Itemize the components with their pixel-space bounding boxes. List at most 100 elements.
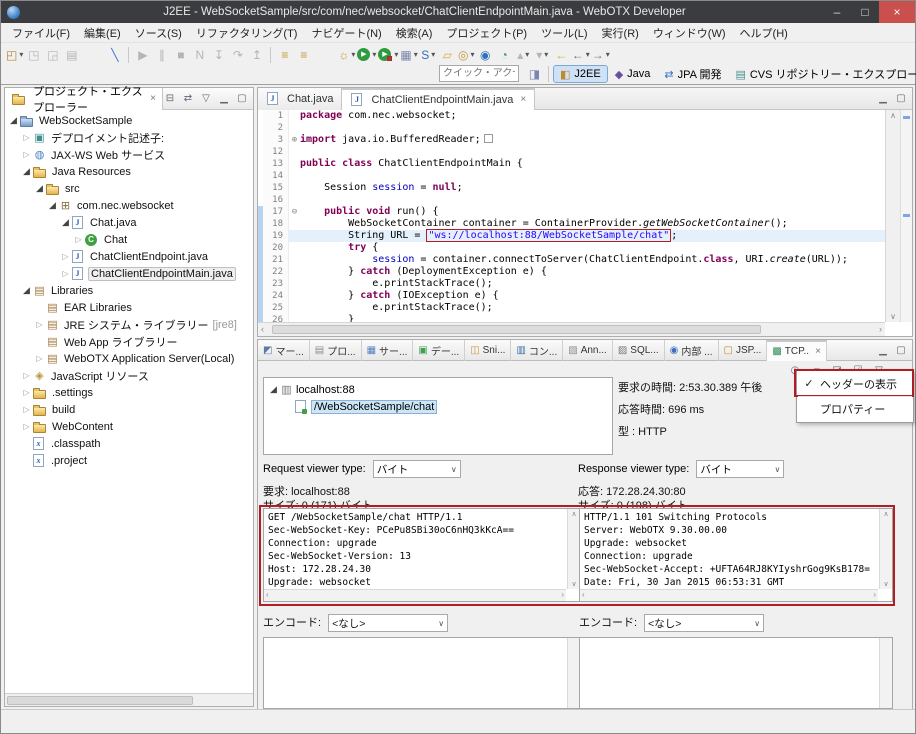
quick-access-input[interactable] bbox=[439, 65, 519, 82]
last-edit-location-button[interactable]: ≡ bbox=[276, 46, 293, 64]
expand-icon[interactable]: ▷ bbox=[34, 320, 45, 329]
tree-item[interactable]: ▷WebContent bbox=[5, 418, 251, 435]
profile-button[interactable]: ◔ bbox=[496, 46, 513, 64]
minimize-icon[interactable]: ▁ bbox=[876, 343, 890, 357]
maximize-icon[interactable]: ▢ bbox=[894, 343, 908, 357]
coverage-button[interactable]: ▶▾ bbox=[378, 46, 398, 64]
scroll-up-icon[interactable]: ∧ bbox=[886, 111, 900, 120]
back-history-button[interactable]: ← bbox=[553, 46, 570, 64]
dropdown-arrow-icon[interactable]: ▾ bbox=[544, 50, 548, 59]
next-edit-location-button[interactable]: ≡ bbox=[295, 46, 312, 64]
response-encode-select[interactable]: <なし>∨ bbox=[644, 614, 764, 632]
dropdown-arrow-icon[interactable]: ▾ bbox=[414, 50, 418, 59]
close-window-button[interactable]: × bbox=[879, 1, 915, 23]
tree-item[interactable]: ▷▤JRE システム・ライブラリー [jre8] bbox=[5, 316, 251, 333]
close-view-icon[interactable]: × bbox=[150, 93, 156, 104]
code-line[interactable]: 15 Session session = null; bbox=[258, 182, 885, 194]
code-line[interactable]: 22 } catch (DeploymentException e) { bbox=[258, 266, 885, 278]
perspective-jpa-開発[interactable]: ⇄JPA 開発 bbox=[657, 65, 728, 83]
menu-item[interactable]: ツール(L) bbox=[534, 23, 594, 43]
expand-icon[interactable]: ▷ bbox=[21, 388, 32, 397]
view-tab-properties[interactable]: ▤プロ... bbox=[310, 340, 362, 361]
request-viewer-type-select[interactable]: バイト∨ bbox=[373, 460, 461, 478]
tree-item[interactable]: ▤Web App ライブラリー bbox=[5, 333, 251, 350]
menu-item-show-headers[interactable]: ✓ヘッダーの表示 bbox=[798, 371, 912, 396]
hscrollbar[interactable]: ‹› bbox=[264, 589, 566, 601]
internal-browser-button[interactable]: ◉ bbox=[477, 46, 494, 64]
view-tab-markers[interactable]: ◩マー... bbox=[258, 340, 310, 361]
editor-vscrollbar[interactable]: ∧∨ bbox=[885, 110, 900, 322]
menu-item[interactable]: リファクタリング(T) bbox=[189, 23, 305, 43]
minimize-icon[interactable]: ▁ bbox=[876, 92, 890, 106]
collapse-icon[interactable]: ◢ bbox=[21, 285, 32, 296]
tree-item[interactable]: ▷.settings bbox=[5, 384, 251, 401]
vscrollbar[interactable] bbox=[879, 638, 892, 708]
hscrollbar[interactable]: ‹› bbox=[580, 589, 878, 601]
new-wizard-button[interactable]: ◰▾ bbox=[6, 46, 23, 64]
overview-ruler[interactable] bbox=[900, 110, 912, 322]
tree-item[interactable]: ▷▣デプロイメント記述子: bbox=[5, 129, 251, 146]
view-tab-console[interactable]: ▥コン... bbox=[511, 340, 563, 361]
code-line[interactable]: 12 bbox=[258, 146, 885, 158]
open-resource-button[interactable]: ▱ bbox=[439, 46, 456, 64]
tree-item[interactable]: ▤EAR Libraries bbox=[5, 299, 251, 316]
dropdown-arrow-icon[interactable]: ▾ bbox=[351, 50, 355, 59]
dropdown-arrow-icon[interactable]: ▾ bbox=[471, 50, 475, 59]
monitor-server-row[interactable]: ◢ ▥ localhost:88 bbox=[264, 381, 612, 398]
collapse-icon[interactable]: ◢ bbox=[21, 166, 32, 177]
code-line[interactable]: 21 session = container.connectToServer(C… bbox=[258, 254, 885, 266]
code-line[interactable]: 24 } catch (IOException e) { bbox=[258, 290, 885, 302]
response-headers-box[interactable]: HTTP/1.1 101 Switching Protocols Server:… bbox=[579, 508, 893, 602]
menu-item[interactable]: ソース(S) bbox=[128, 23, 189, 43]
link-with-editor-icon[interactable]: ⇄ bbox=[181, 92, 195, 106]
monitor-request-row[interactable]: /WebSocketSample/chat bbox=[264, 398, 612, 415]
forward-button[interactable]: →▾ bbox=[592, 46, 610, 64]
code-line[interactable]: 25 e.printStackTrace(); bbox=[258, 302, 885, 314]
view-tab-jsp[interactable]: ▢JSP... bbox=[719, 340, 768, 361]
expand-icon[interactable]: ▷ bbox=[21, 405, 32, 414]
tree-item[interactable]: ▷CChat bbox=[5, 231, 251, 248]
close-view-icon[interactable]: × bbox=[815, 346, 821, 357]
dropdown-arrow-icon[interactable]: ▾ bbox=[431, 50, 435, 59]
request-encode-select[interactable]: <なし>∨ bbox=[328, 614, 448, 632]
collapse-icon[interactable]: ◢ bbox=[8, 115, 19, 126]
code-line[interactable]: 1package com.nec.websocket; bbox=[258, 110, 885, 122]
tree-item[interactable]: ◢Java Resources bbox=[5, 163, 251, 180]
external-tools-button[interactable]: ☼▾ bbox=[338, 46, 355, 64]
maximize-icon[interactable]: ▢ bbox=[894, 92, 908, 106]
view-tab-snippets[interactable]: ◫Sni... bbox=[465, 340, 511, 361]
scroll-left-icon[interactable]: ‹ bbox=[261, 324, 264, 334]
editor-hscrollbar[interactable]: ‹› bbox=[258, 322, 885, 336]
maximize-window-button[interactable]: □ bbox=[851, 1, 879, 23]
collapse-icon[interactable]: ◢ bbox=[60, 217, 71, 228]
view-tab-servers[interactable]: ▦サー... bbox=[362, 340, 414, 361]
code-line[interactable]: 16 bbox=[258, 194, 885, 206]
response-viewer-type-select[interactable]: バイト∨ bbox=[696, 460, 784, 478]
menu-item[interactable]: ウィンドウ(W) bbox=[646, 23, 733, 43]
collapse-all-icon[interactable]: ⊟ bbox=[163, 92, 177, 106]
code-line[interactable]: 14 bbox=[258, 170, 885, 182]
menu-item[interactable]: ファイル(F) bbox=[5, 23, 77, 43]
deploy-server-button[interactable]: ▦▾ bbox=[400, 46, 417, 64]
web-service-button[interactable]: S▾ bbox=[420, 46, 437, 64]
code-line[interactable]: 20 try { bbox=[258, 242, 885, 254]
code-editor[interactable]: 1package com.nec.websocket;23⊕import jav… bbox=[258, 110, 885, 322]
view-tab-sql-results[interactable]: ▨SQL... bbox=[613, 340, 665, 361]
code-line[interactable]: 26 } bbox=[258, 314, 885, 322]
view-tab-data-source[interactable]: ▣デー... bbox=[413, 340, 465, 361]
collapse-icon[interactable]: ◢ bbox=[47, 200, 58, 211]
expand-icon[interactable]: ▷ bbox=[21, 150, 32, 159]
tree-item[interactable]: ◢WebSocketSample bbox=[5, 112, 251, 129]
expand-icon[interactable]: ▷ bbox=[21, 422, 32, 431]
dropdown-arrow-icon[interactable]: ▾ bbox=[525, 50, 529, 59]
minimize-icon[interactable]: ▁ bbox=[217, 92, 231, 106]
tree-item[interactable]: x.classpath bbox=[5, 435, 251, 452]
menu-item[interactable]: 編集(E) bbox=[77, 23, 128, 43]
back-button[interactable]: ←▾ bbox=[572, 46, 590, 64]
tree-item[interactable]: ▷build bbox=[5, 401, 251, 418]
perspective-cvs-リポジトリー・エクスプローラー[interactable]: ▤CVS リポジトリー・エクスプローラー bbox=[728, 65, 916, 83]
expand-icon[interactable]: ▷ bbox=[21, 133, 32, 142]
expand-icon[interactable]: ▷ bbox=[34, 354, 45, 363]
view-menu-icon[interactable]: ▽ bbox=[199, 92, 213, 106]
tree-item[interactable]: ◢▤Libraries bbox=[5, 282, 251, 299]
